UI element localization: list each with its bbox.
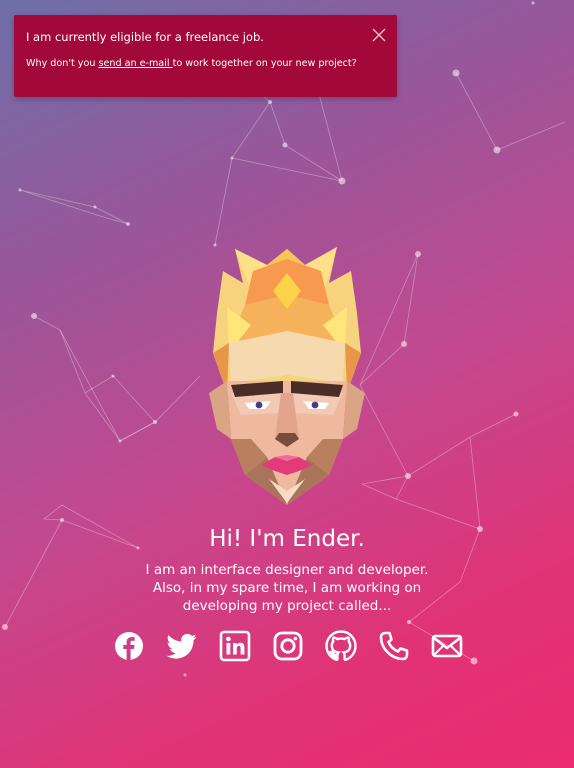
linkedin-icon (219, 630, 251, 662)
notice-text-after: to work together on your new project? (172, 58, 357, 69)
freelance-notice: I am currently eligible for a freelance … (14, 15, 397, 97)
instagram-icon (273, 631, 303, 661)
hero-bio: I am an interface designer and developer… (0, 561, 574, 615)
twitter-link[interactable] (166, 630, 198, 662)
notice-title: I am currently eligible for a freelance … (26, 30, 264, 44)
bio-line: developing my project called... (182, 598, 392, 614)
phone-link[interactable] (378, 630, 410, 662)
twitter-icon (166, 633, 197, 659)
send-email-link[interactable]: send an e-mail (98, 58, 172, 69)
social-links (113, 630, 463, 662)
facebook-link[interactable] (113, 630, 145, 662)
notice-text-before: Why don't you (26, 58, 99, 69)
bio-line: I am an interface designer and developer… (145, 562, 429, 578)
facebook-icon (115, 632, 143, 660)
bio-line: Also, in my spare time, I am working on (152, 580, 422, 596)
mail-icon (431, 634, 463, 658)
close-icon[interactable] (372, 28, 386, 42)
mail-link[interactable] (431, 630, 463, 662)
hero-headline: Hi! I'm Ender. (209, 526, 365, 552)
notice-text: Why don't you send an e-mail to work tog… (26, 57, 385, 71)
github-icon (325, 630, 357, 662)
github-link[interactable] (325, 630, 357, 662)
linkedin-link[interactable] (219, 630, 251, 662)
instagram-link[interactable] (272, 630, 304, 662)
avatar (209, 247, 365, 505)
phone-icon (379, 631, 409, 661)
